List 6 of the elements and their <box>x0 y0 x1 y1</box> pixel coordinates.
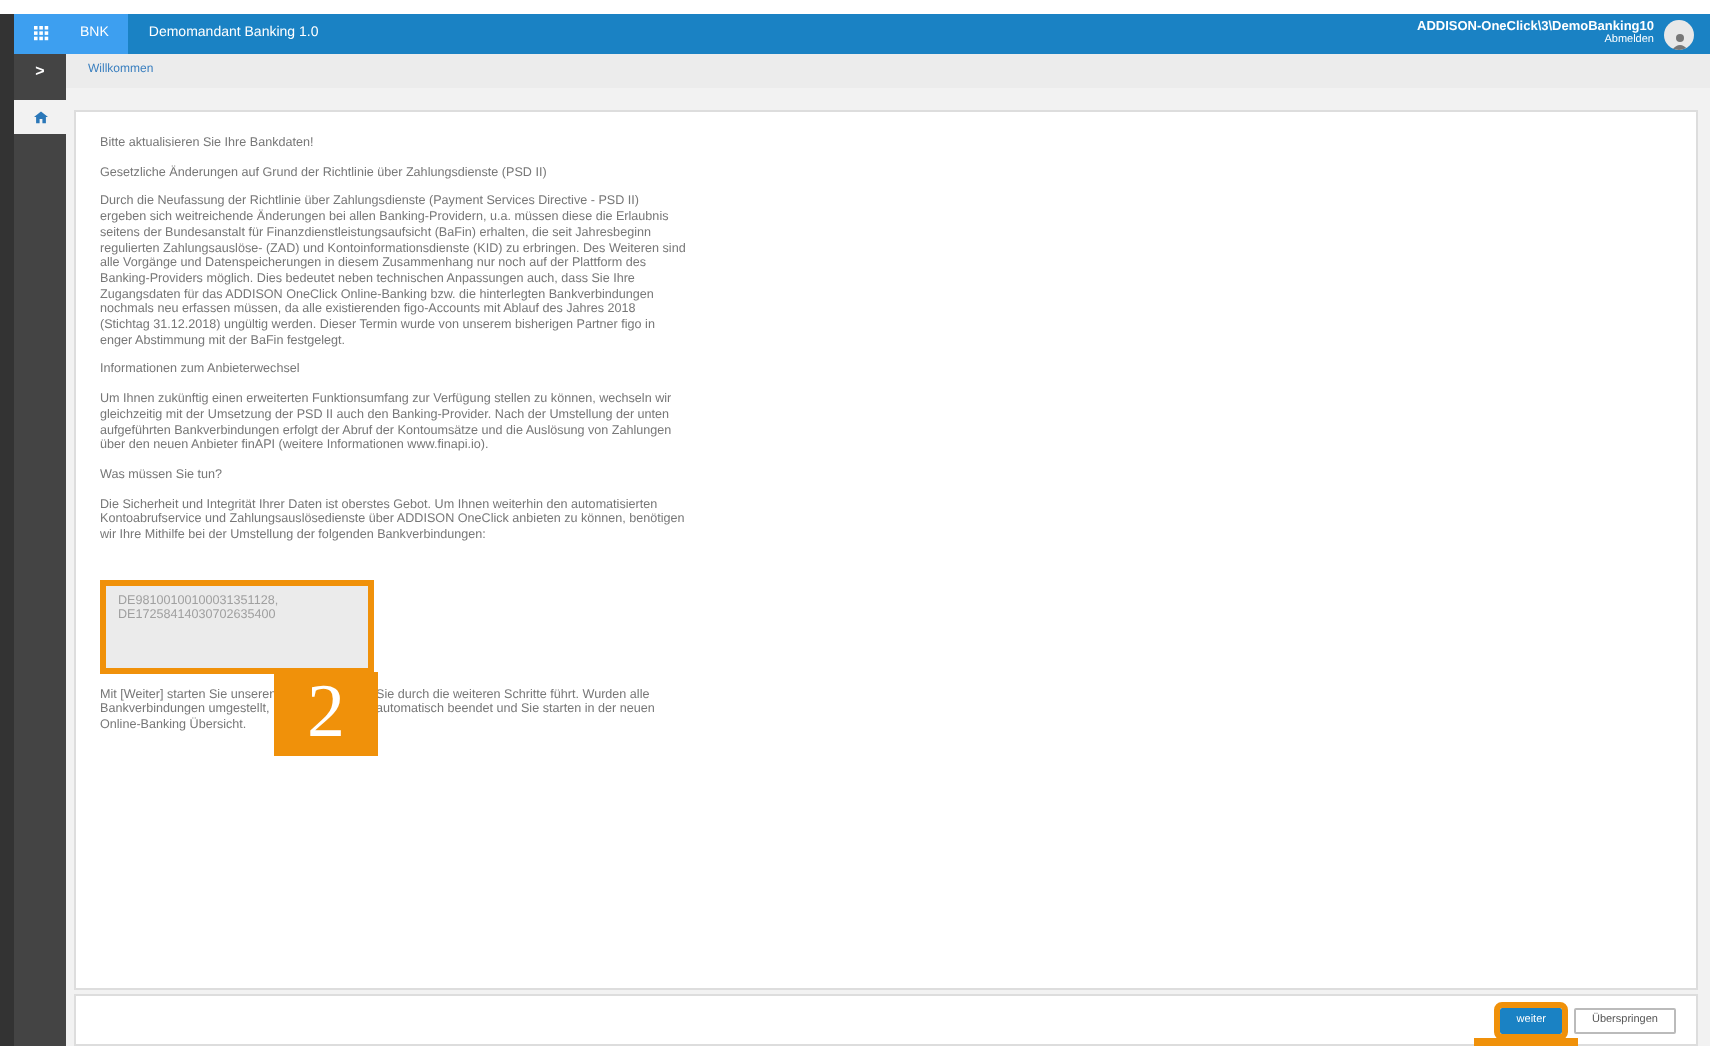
annotation-badge: 2 <box>274 672 378 756</box>
sidebar-toggle[interactable]: > <box>14 54 66 88</box>
grid-menu-icon[interactable] <box>33 26 49 42</box>
avatar-icon[interactable] <box>1664 19 1694 49</box>
home-button[interactable] <box>14 100 66 134</box>
home-icon <box>33 110 47 124</box>
